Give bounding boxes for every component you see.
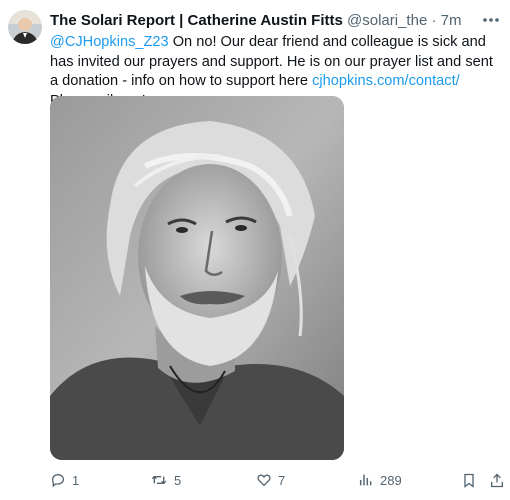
views-count: 289 <box>380 472 402 488</box>
views-chart-icon <box>359 474 372 486</box>
mention-link[interactable]: @CJHopkins_Z23 <box>50 34 169 50</box>
more-horizontal-icon <box>483 18 499 22</box>
author-avatar[interactable] <box>8 10 42 44</box>
author-handle[interactable]: @solari_the <box>347 12 427 29</box>
share-button[interactable] <box>489 470 505 490</box>
repost-icon <box>151 475 167 485</box>
bookmark-button[interactable] <box>461 470 477 490</box>
author-name[interactable]: The Solari Report | Catherine Austin Fit… <box>50 12 343 29</box>
tweet-photo[interactable] <box>50 96 344 460</box>
views-button[interactable]: 289 <box>358 470 402 490</box>
heart-icon <box>257 474 271 487</box>
tweet: The Solari Report | Catherine Austin Fit… <box>0 0 510 500</box>
share-icon <box>491 473 503 487</box>
repost-button[interactable]: 5 <box>150 470 181 490</box>
reply-icon <box>51 473 65 488</box>
url-link[interactable]: cjhopkins.com/contact/ <box>312 73 460 89</box>
like-count: 7 <box>278 472 286 488</box>
repost-count: 5 <box>174 472 182 488</box>
bookmark-icon <box>464 473 474 488</box>
more-options-button[interactable] <box>480 10 502 30</box>
tweet-actions: 1 5 7 289 <box>0 470 510 492</box>
like-button[interactable]: 7 <box>256 470 285 490</box>
reply-button[interactable]: 1 <box>50 470 79 490</box>
reply-count: 1 <box>72 472 80 488</box>
separator-dot: · <box>431 12 437 29</box>
tweet-header: The Solari Report | Catherine Austin Fit… <box>50 12 470 30</box>
tweet-timestamp[interactable]: 7m <box>441 12 462 29</box>
